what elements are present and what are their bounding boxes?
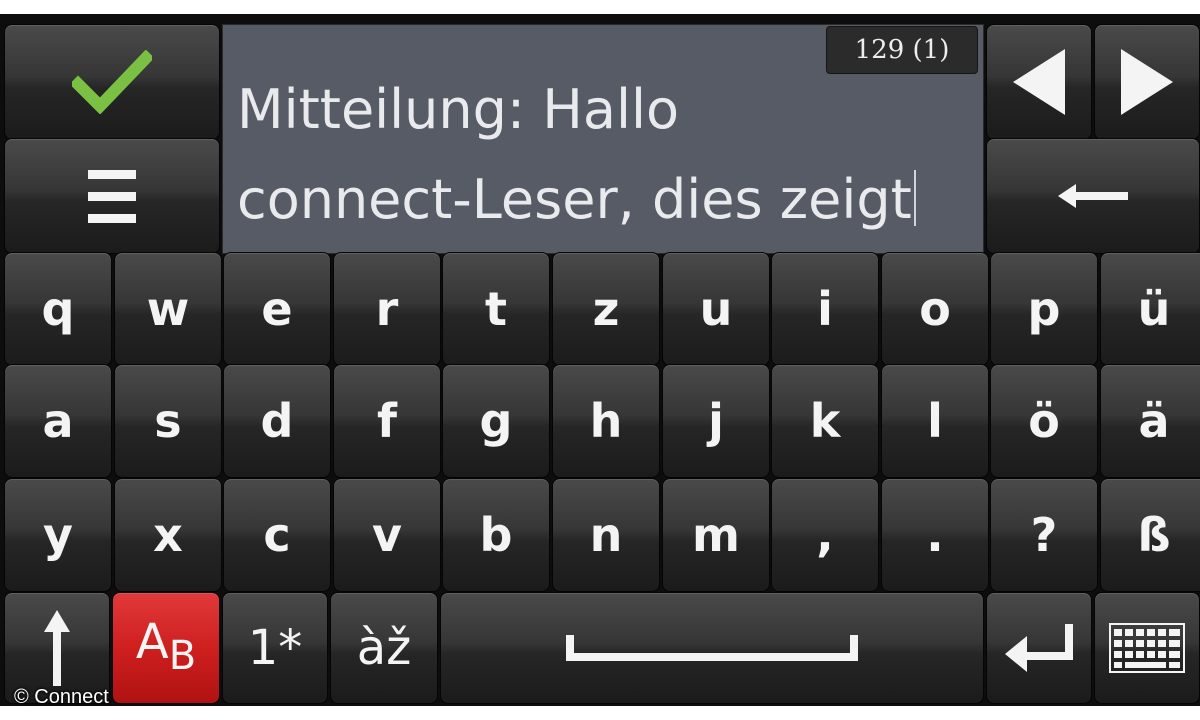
key-1-2[interactable]: w <box>114 252 222 366</box>
key-2-4[interactable]: f <box>333 364 441 478</box>
key-2-5[interactable]: g <box>442 364 550 478</box>
key-3-8[interactable]: , <box>771 478 879 592</box>
virtual-keyboard-screen: Mitteilung: Hallo connect-Leser, dies ze… <box>0 14 1200 706</box>
space-button[interactable] <box>440 592 984 704</box>
message-line-2: connect-Leser, dies zeigt <box>237 155 965 245</box>
key-2-6[interactable]: h <box>552 364 660 478</box>
key-1-5[interactable]: t <box>442 252 550 366</box>
copyright-watermark: © Connect <box>14 686 109 708</box>
key-3-9[interactable]: . <box>881 478 989 592</box>
key-3-11[interactable]: ß <box>1100 478 1200 592</box>
key-3-2[interactable]: x <box>114 478 222 592</box>
cursor-left-button[interactable] <box>986 24 1092 140</box>
key-3-5[interactable]: b <box>442 478 550 592</box>
key-1-9[interactable]: o <box>881 252 989 366</box>
space-bar-icon <box>566 635 858 661</box>
case-mode-label-a: A <box>135 614 169 670</box>
keyboard-layout-button[interactable] <box>1094 592 1200 704</box>
key-2-9[interactable]: l <box>881 364 989 478</box>
key-1-6[interactable]: z <box>552 252 660 366</box>
key-3-7[interactable]: m <box>662 478 770 592</box>
key-1-7[interactable]: u <box>662 252 770 366</box>
menu-button[interactable] <box>4 138 220 254</box>
key-2-2[interactable]: s <box>114 364 222 478</box>
key-3-3[interactable]: c <box>223 478 331 592</box>
key-2-1[interactable]: a <box>4 364 112 478</box>
key-2-8[interactable]: k <box>771 364 879 478</box>
key-3-10[interactable]: ? <box>990 478 1098 592</box>
enter-icon <box>1005 624 1073 672</box>
message-line-1: Mitteilung: Hallo <box>237 78 679 141</box>
key-2-7[interactable]: j <box>662 364 770 478</box>
message-line-2-text: connect-Leser, dies zeigt <box>237 168 912 231</box>
checkmark-icon <box>72 50 152 114</box>
case-mode-label-b: B <box>168 633 197 679</box>
text-cursor <box>913 170 916 226</box>
backspace-button[interactable] <box>986 138 1200 254</box>
key-1-3[interactable]: e <box>223 252 331 366</box>
key-1-11[interactable]: ü <box>1100 252 1200 366</box>
arrow-right-icon <box>1121 49 1173 115</box>
key-1-4[interactable]: r <box>333 252 441 366</box>
cursor-right-button[interactable] <box>1094 24 1200 140</box>
key-2-3[interactable]: d <box>223 364 331 478</box>
backspace-icon <box>1058 184 1128 208</box>
key-3-6[interactable]: n <box>552 478 660 592</box>
key-3-1[interactable]: y <box>4 478 112 592</box>
arrow-left-icon <box>1013 49 1065 115</box>
keyboard-icon <box>1109 623 1185 673</box>
key-2-11[interactable]: ä <box>1100 364 1200 478</box>
case-mode-button[interactable]: AB <box>112 592 220 704</box>
shift-arrow-icon <box>44 610 70 686</box>
character-counter: 129 (1) <box>826 26 978 74</box>
key-1-1[interactable]: q <box>4 252 112 366</box>
key-1-8[interactable]: i <box>771 252 879 366</box>
enter-button[interactable] <box>986 592 1092 704</box>
numbers-symbols-button[interactable]: 1* <box>222 592 328 704</box>
key-3-4[interactable]: v <box>333 478 441 592</box>
key-1-10[interactable]: p <box>990 252 1098 366</box>
menu-icon <box>88 170 136 223</box>
confirm-button[interactable] <box>4 24 220 140</box>
accents-button[interactable]: àž <box>330 592 438 704</box>
key-2-10[interactable]: ö <box>990 364 1098 478</box>
